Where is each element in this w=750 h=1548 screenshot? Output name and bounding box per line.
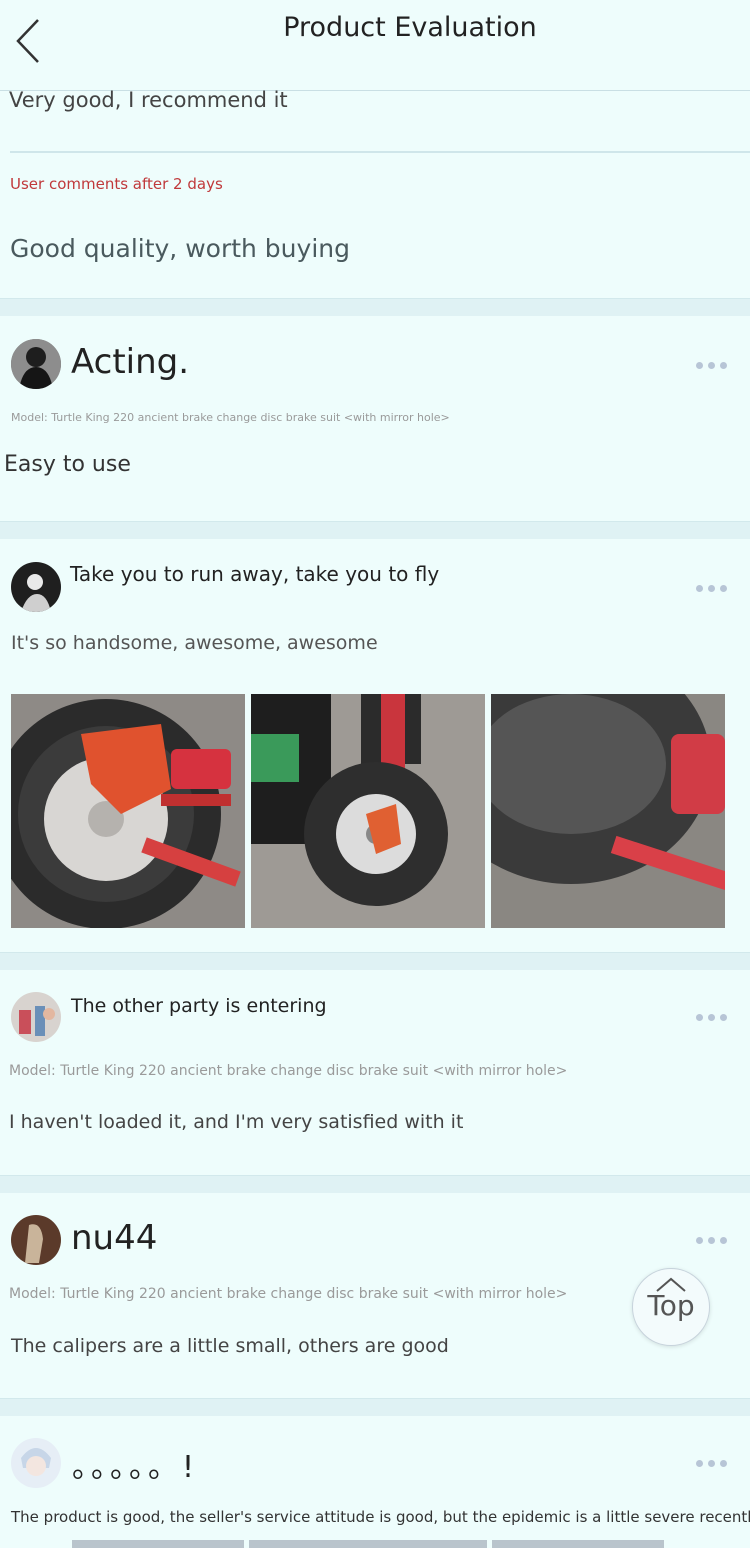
more-options-icon[interactable]: [696, 360, 730, 370]
more-options-icon[interactable]: [696, 583, 730, 593]
product-model: Model: Turtle King 220 ancient brake cha…: [9, 1063, 568, 1079]
product-model: Model: Turtle King 220 ancient brake cha…: [11, 411, 450, 424]
page-title: Product Evaluation: [283, 12, 537, 43]
review-photo[interactable]: [249, 1540, 487, 1548]
username: Take you to run away, take you to fly: [70, 562, 440, 586]
username: The other party is entering: [71, 995, 327, 1017]
avatar[interactable]: [11, 992, 61, 1042]
back-to-top-button[interactable]: Top: [632, 1268, 710, 1346]
username: nu44: [71, 1218, 158, 1258]
section-separator: [0, 521, 750, 539]
divider: [10, 151, 750, 153]
avatar[interactable]: [11, 1438, 61, 1488]
review-photo[interactable]: [251, 694, 485, 928]
section-separator: [0, 1398, 750, 1416]
section-separator: [0, 952, 750, 970]
avatar[interactable]: [11, 1215, 61, 1265]
followup-text: Good quality, worth buying: [10, 234, 350, 263]
review-photo[interactable]: [492, 1540, 664, 1548]
more-options-icon[interactable]: [696, 1235, 730, 1245]
section-separator: [0, 1175, 750, 1193]
review-photo[interactable]: [72, 1540, 244, 1548]
review-text: I haven't loaded it, and I'm very satisf…: [9, 1111, 464, 1133]
review-text: Easy to use: [4, 452, 131, 477]
top-button-label: Top: [647, 1289, 695, 1322]
avatar[interactable]: [11, 339, 61, 389]
product-model: Model: Turtle King 220 ancient brake cha…: [9, 1286, 568, 1302]
review-text: The product is good, the seller's servic…: [11, 1508, 750, 1526]
review-text: It's so handsome, awesome, awesome: [11, 632, 378, 654]
review-photo[interactable]: [491, 694, 725, 928]
username: Acting.: [71, 342, 190, 382]
more-options-icon[interactable]: [696, 1012, 730, 1022]
review-text: The calipers are a little small, others …: [11, 1335, 449, 1357]
section-separator: [0, 298, 750, 316]
review-text: Very good, I recommend it: [9, 88, 288, 112]
username: 。。。。。!: [72, 1450, 199, 1485]
followup-label: User comments after 2 days: [10, 175, 223, 193]
more-options-icon[interactable]: [696, 1458, 730, 1468]
review-photo[interactable]: [11, 694, 245, 928]
avatar[interactable]: [11, 562, 61, 612]
